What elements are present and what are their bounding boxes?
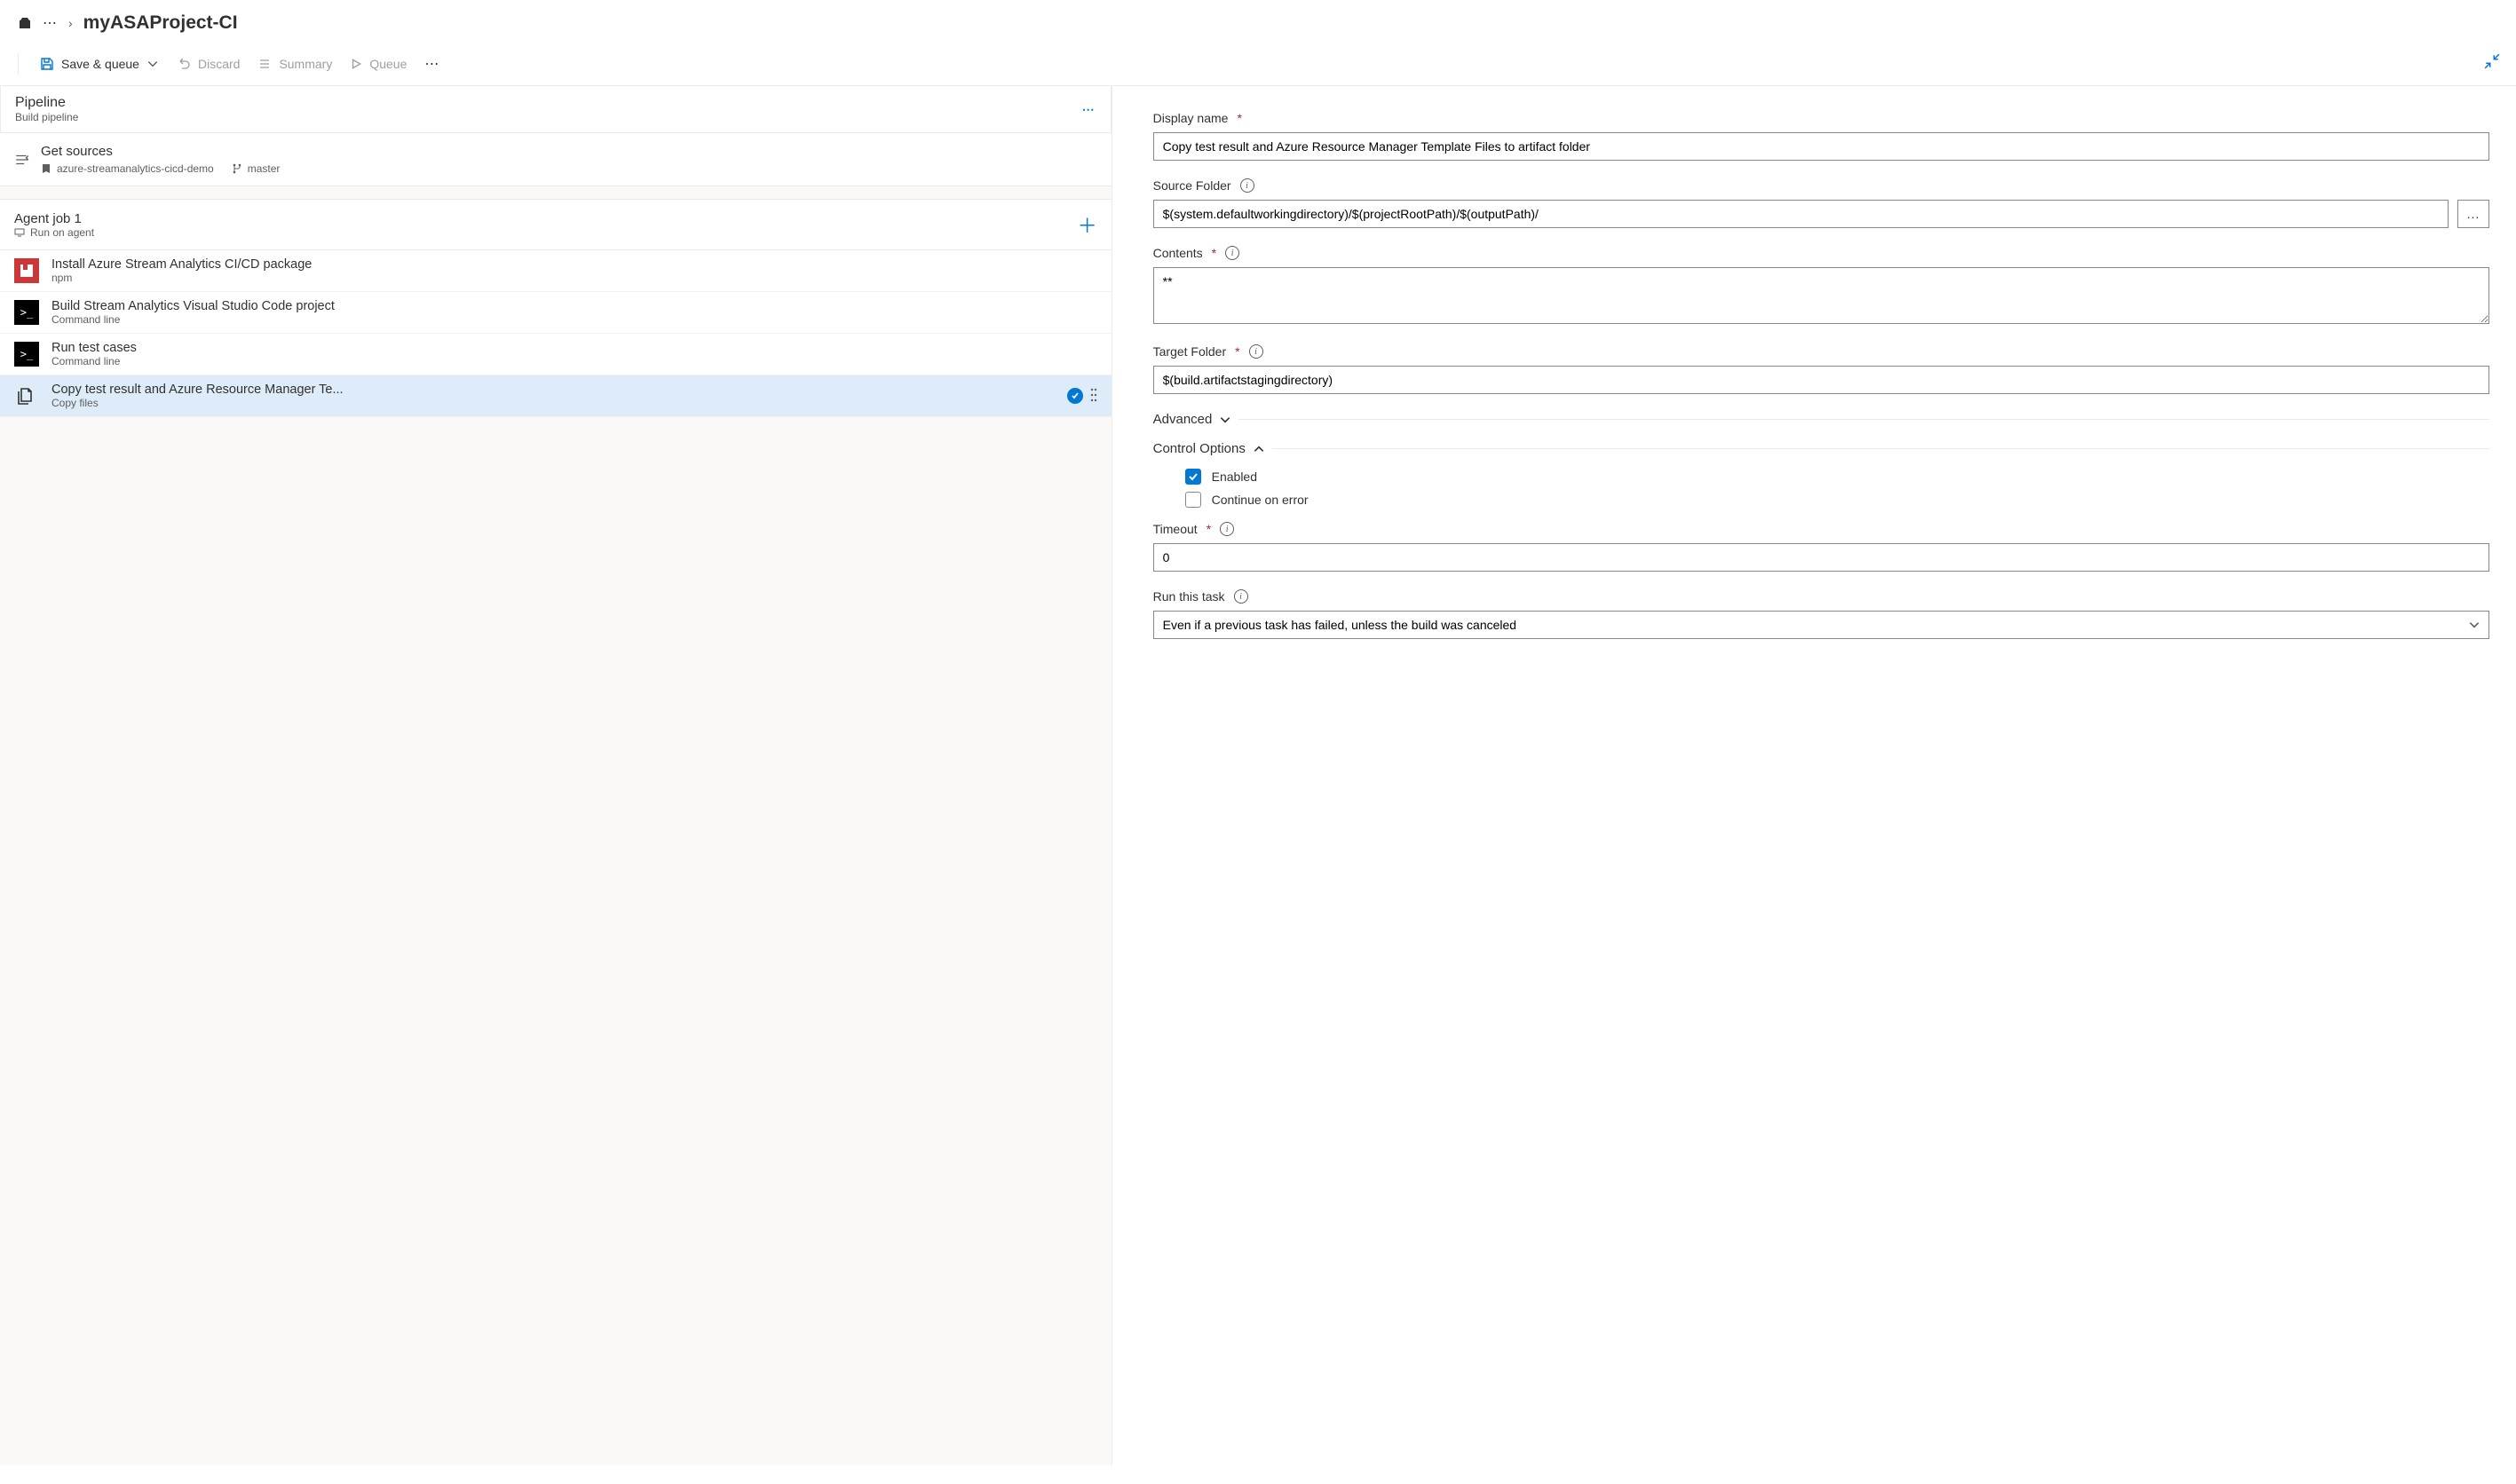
chevron-down-icon: [146, 58, 159, 70]
drag-handle-icon[interactable]: [1090, 387, 1097, 406]
advanced-section-toggle[interactable]: Advanced: [1153, 412, 2489, 427]
info-icon[interactable]: i: [1240, 178, 1254, 193]
contents-input[interactable]: [1153, 267, 2489, 324]
agent-job-item[interactable]: Agent job 1 Run on agent ＋: [0, 199, 1112, 250]
save-icon: [40, 57, 54, 71]
task-list: Install Azure Stream Analytics CI/CD pac…: [0, 250, 1112, 417]
discard-label: Discard: [198, 57, 240, 71]
queue-label: Queue: [369, 57, 407, 71]
repo-icon: [41, 163, 51, 174]
collapse-button[interactable]: [2484, 53, 2500, 72]
task-title: Copy test result and Azure Resource Mana…: [51, 383, 344, 397]
command-line-icon: [14, 342, 39, 367]
task-subtitle: Copy files: [51, 397, 344, 409]
timeout-label: Timeout: [1153, 522, 1198, 536]
save-and-queue-label: Save & queue: [61, 57, 139, 71]
task-subtitle: Command line: [51, 355, 137, 367]
pipeline-title: Pipeline: [15, 95, 78, 111]
source-folder-input[interactable]: [1153, 200, 2449, 228]
control-options-section-toggle[interactable]: Control Options: [1153, 441, 2489, 456]
task-item[interactable]: Install Azure Stream Analytics CI/CD pac…: [0, 250, 1112, 292]
agent-job-title: Agent job 1: [14, 211, 94, 226]
queue-button[interactable]: Queue: [350, 57, 407, 71]
required-indicator: *: [1207, 522, 1211, 536]
task-item[interactable]: Build Stream Analytics Visual Studio Cod…: [0, 292, 1112, 334]
advanced-label: Advanced: [1153, 412, 1213, 427]
task-title: Run test cases: [51, 341, 137, 355]
chevron-up-icon: [1253, 443, 1265, 455]
run-this-task-label: Run this task: [1153, 589, 1225, 604]
required-indicator: *: [1235, 344, 1239, 359]
list-icon: [257, 57, 272, 71]
right-panel: Display name * Source Folder i ... Conte…: [1112, 86, 2516, 1465]
undo-icon: [177, 57, 191, 71]
collapse-icon: [2484, 53, 2500, 69]
project-icon: [18, 16, 32, 30]
pipeline-more-button[interactable]: ⋯: [1082, 102, 1096, 117]
branch-name: master: [248, 162, 281, 175]
page-title: myASAProject-CI: [83, 12, 238, 34]
breadcrumb-ellipsis[interactable]: ⋯: [43, 14, 58, 32]
discard-button[interactable]: Discard: [177, 57, 240, 71]
branch-icon: [232, 163, 242, 174]
task-item[interactable]: Copy test result and Azure Resource Mana…: [0, 375, 1112, 417]
required-indicator: *: [1212, 246, 1216, 260]
get-sources-item[interactable]: Get sources azure-streamanalytics-cicd-d…: [0, 133, 1112, 186]
breadcrumb: ⋯ › myASAProject-CI: [0, 0, 2516, 46]
target-folder-label: Target Folder: [1153, 344, 1226, 359]
task-subtitle: Command line: [51, 313, 335, 326]
info-icon[interactable]: i: [1249, 344, 1263, 359]
timeout-input[interactable]: [1153, 543, 2489, 572]
target-folder-input[interactable]: [1153, 366, 2489, 394]
summary-label: Summary: [279, 57, 332, 71]
play-icon: [350, 58, 362, 70]
toolbar-more-button[interactable]: ⋯: [424, 55, 439, 73]
required-indicator: *: [1237, 111, 1241, 125]
enabled-label: Enabled: [1212, 470, 1257, 484]
chevron-down-icon: [1219, 414, 1231, 426]
info-icon[interactable]: i: [1234, 589, 1248, 604]
display-name-input[interactable]: [1153, 132, 2489, 161]
display-name-label: Display name: [1153, 111, 1229, 125]
source-folder-label: Source Folder: [1153, 178, 1231, 193]
toolbar-divider: [18, 53, 19, 75]
left-panel: Pipeline Build pipeline ⋯ Get sources az…: [0, 86, 1112, 1465]
copy-files-icon: [14, 383, 39, 408]
run-this-task-select[interactable]: [1153, 611, 2489, 639]
sources-icon: [14, 152, 30, 168]
task-title: Build Stream Analytics Visual Studio Cod…: [51, 299, 335, 313]
control-options-label: Control Options: [1153, 441, 1246, 456]
check-icon: [1188, 471, 1199, 482]
continue-label: Continue on error: [1212, 493, 1309, 507]
agent-icon: [14, 227, 25, 238]
source-folder-browse-button[interactable]: ...: [2457, 200, 2489, 228]
enabled-checkbox[interactable]: [1185, 469, 1201, 485]
info-icon[interactable]: i: [1225, 246, 1239, 260]
npm-icon: [14, 258, 39, 283]
pipeline-subtitle: Build pipeline: [15, 111, 78, 123]
info-icon[interactable]: i: [1220, 522, 1234, 536]
command-line-icon: [14, 300, 39, 325]
main: Pipeline Build pipeline ⋯ Get sources az…: [0, 86, 2516, 1465]
task-status-badge: [1067, 388, 1083, 404]
save-and-queue-button[interactable]: Save & queue: [40, 57, 159, 71]
task-title: Install Azure Stream Analytics CI/CD pac…: [51, 257, 312, 272]
toolbar: Save & queue Discard Summary Queue ⋯: [0, 46, 2516, 86]
task-subtitle: npm: [51, 272, 312, 284]
repo-name: azure-streamanalytics-cicd-demo: [57, 162, 214, 175]
task-item[interactable]: Run test casesCommand line: [0, 334, 1112, 375]
chevron-right-icon: ›: [68, 16, 73, 30]
summary-button[interactable]: Summary: [257, 57, 332, 71]
agent-job-subtitle: Run on agent: [30, 226, 94, 239]
get-sources-title: Get sources: [41, 144, 280, 159]
continue-on-error-checkbox[interactable]: [1185, 492, 1201, 508]
pipeline-header[interactable]: Pipeline Build pipeline ⋯: [0, 86, 1112, 133]
contents-label: Contents: [1153, 246, 1203, 260]
add-task-button[interactable]: ＋: [1078, 210, 1097, 239]
